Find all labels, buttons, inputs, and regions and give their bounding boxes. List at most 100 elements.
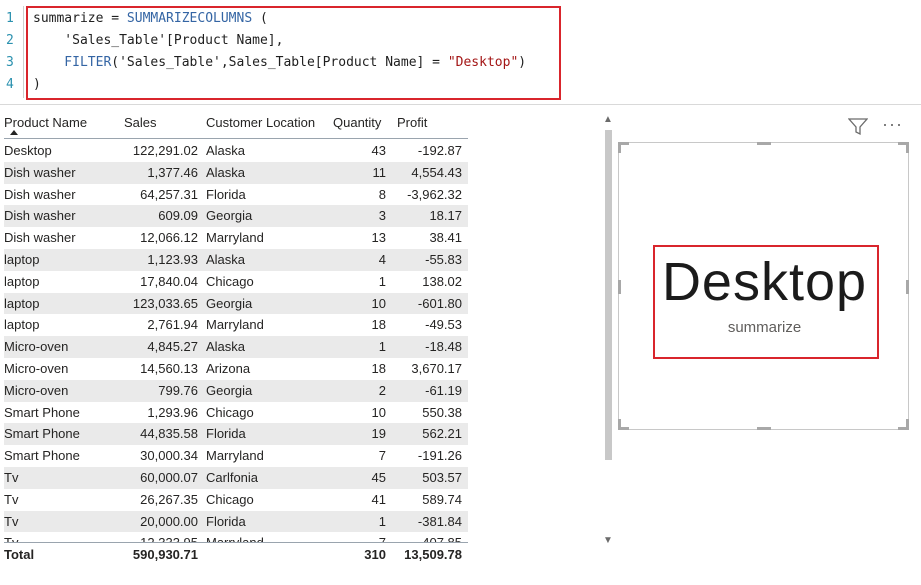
visual-header: ···	[845, 114, 911, 141]
total-profit: 13,509.78	[404, 547, 462, 562]
cell-sales: 14,560.13	[140, 360, 198, 376]
cell-sales: 60,000.07	[140, 469, 198, 485]
cell-profit: 138.02	[422, 273, 462, 289]
table-row[interactable]: Tv 26,267.35 Chicago 41 589.74	[4, 489, 468, 511]
total-quantity: 310	[364, 547, 386, 562]
table-body: Desktop 122,291.02 Alaska 43 -192.87 Dish was…	[4, 140, 468, 554]
table-row[interactable]: Micro-oven 14,560.13 Arizona 18 3,670.17	[4, 358, 468, 380]
line-number-gutter: 1 2 3 4	[6, 8, 20, 96]
cell-profit: 38.41	[429, 230, 462, 246]
cell-customer-location: Alaska	[206, 164, 246, 180]
cell-quantity: 1	[378, 513, 386, 529]
cell-customer-location: Florida	[206, 513, 246, 529]
cell-profit: -61.19	[425, 382, 462, 398]
line-number: 4	[6, 77, 14, 92]
cell-customer-location: Chicago	[206, 404, 254, 420]
cell-sales: 1,377.46	[147, 164, 198, 180]
cell-profit: -49.53	[425, 317, 462, 333]
cell-profit: 562.21	[422, 426, 462, 442]
resize-handle[interactable]	[757, 142, 771, 145]
cell-profit: -192.87	[417, 143, 462, 158]
cell-product-name: Smart Phone	[4, 426, 80, 442]
cell-product-name: Tv	[4, 469, 19, 485]
table-row[interactable]: Dish washer 12,066.12 Marryland 13 38.41	[4, 227, 468, 249]
table-row[interactable]: Smart Phone 44,835.58 Florida 19 562.21	[4, 423, 468, 446]
cell-customer-location: Chicago	[206, 273, 254, 289]
table-row[interactable]: Smart Phone 1,293.96 Chicago 10 550.38	[4, 402, 468, 424]
cell-product-name: Micro-oven	[4, 339, 69, 355]
filter-icon[interactable]	[847, 118, 869, 141]
table-row[interactable]: Dish washer 64,257.31 Florida 8 -3,962.32	[4, 184, 468, 206]
cell-quantity: 19	[371, 426, 386, 442]
cell-profit: -601.80	[417, 295, 462, 311]
column-header-quantity[interactable]: Quantity	[333, 115, 381, 130]
cell-profit: -55.83	[425, 251, 462, 267]
column-header-product-name[interactable]: Product Name	[4, 115, 87, 130]
table-row[interactable]: Desktop 122,291.02 Alaska 43 -192.87	[4, 140, 468, 162]
table-row[interactable]: Micro-oven 799.76 Georgia 2 -61.19	[4, 379, 468, 402]
table-visual[interactable]: Product Name Sales Customer Location Qua…	[0, 110, 470, 585]
resize-handle[interactable]	[757, 427, 771, 430]
cell-quantity: 1	[378, 339, 386, 355]
cell-quantity: 10	[371, 295, 386, 311]
cell-profit: 503.57	[422, 469, 462, 485]
table-row[interactable]: Micro-oven 4,845.27 Alaska 1 -18.48	[4, 336, 468, 358]
cell-quantity: 4	[378, 251, 386, 267]
cell-customer-location: Georgia	[206, 382, 253, 398]
more-options-icon[interactable]: ···	[882, 114, 903, 135]
column-header-profit[interactable]: Profit	[397, 115, 427, 130]
table-row[interactable]: Tv 60,000.07 Carlfonia 45 503.57	[4, 466, 468, 489]
cell-quantity: 8	[378, 186, 386, 202]
table-row[interactable]: laptop 123,033.65 Georgia 10 -601.80	[4, 292, 468, 315]
column-header-customer-location[interactable]: Customer Location	[206, 115, 315, 130]
total-label: Total	[4, 547, 35, 562]
table-scrollbar[interactable]: ▲ ▼	[601, 110, 615, 550]
highlight-box-card	[653, 245, 879, 359]
chevron-up-icon[interactable]: ▲	[603, 114, 613, 125]
cell-product-name: Smart Phone	[4, 448, 80, 464]
cell-profit: 3,670.17	[411, 360, 462, 376]
cell-sales: 122,291.02	[132, 143, 198, 158]
cell-quantity: 2	[378, 382, 386, 398]
cell-profit: 589.74	[422, 491, 462, 507]
table-row[interactable]: laptop 17,840.04 Chicago 1 138.02	[4, 271, 468, 293]
resize-handle[interactable]	[618, 419, 629, 430]
cell-product-name: laptop	[4, 273, 40, 289]
cell-quantity: 1	[378, 273, 386, 289]
cell-quantity: 41	[371, 491, 386, 507]
cell-profit: 18.17	[429, 208, 462, 224]
cell-profit: -381.84	[417, 513, 462, 529]
cell-profit: -18.48	[425, 339, 462, 355]
cell-sales: 2,761.94	[147, 317, 198, 333]
cell-customer-location: Carlfonia	[206, 469, 259, 485]
cell-quantity: 7	[378, 448, 386, 464]
cell-customer-location: Florida	[206, 426, 246, 442]
table-row[interactable]: laptop 2,761.94 Marryland 18 -49.53	[4, 314, 468, 336]
total-sales: 590,930.71	[132, 547, 198, 562]
resize-handle[interactable]	[898, 142, 909, 153]
cell-product-name: Dish washer	[4, 186, 76, 202]
scrollbar-thumb[interactable]	[605, 130, 612, 460]
cell-customer-location: Marryland	[206, 230, 264, 246]
chevron-down-icon[interactable]: ▼	[603, 535, 613, 546]
table-row[interactable]: Smart Phone 30,000.34 Marryland 7 -191.26	[4, 445, 468, 467]
table-row[interactable]: Dish washer 609.09 Georgia 3 18.17	[4, 205, 468, 228]
cell-profit: 550.38	[422, 404, 462, 420]
column-header-sales[interactable]: Sales	[124, 115, 157, 130]
line-number: 1	[6, 11, 14, 26]
cell-customer-location: Florida	[206, 186, 246, 202]
cell-customer-location: Alaska	[206, 339, 246, 355]
cell-sales: 1,123.93	[147, 251, 198, 267]
cell-quantity: 45	[371, 469, 386, 485]
resize-handle[interactable]	[898, 419, 909, 430]
table-row[interactable]: Tv 20,000.00 Florida 1 -381.84	[4, 510, 468, 533]
cell-sales: 64,257.31	[140, 186, 198, 202]
cell-quantity: 18	[371, 360, 386, 376]
cell-product-name: Tv	[4, 491, 19, 507]
cell-product-name: Tv	[4, 513, 19, 529]
table-row[interactable]: Dish washer 1,377.46 Alaska 11 4,554.43	[4, 161, 468, 184]
sort-ascending-icon[interactable]	[10, 130, 18, 135]
table-row[interactable]: laptop 1,123.93 Alaska 4 -55.83	[4, 248, 468, 271]
resize-handle[interactable]	[618, 142, 629, 153]
cell-product-name: Smart Phone	[4, 404, 80, 420]
